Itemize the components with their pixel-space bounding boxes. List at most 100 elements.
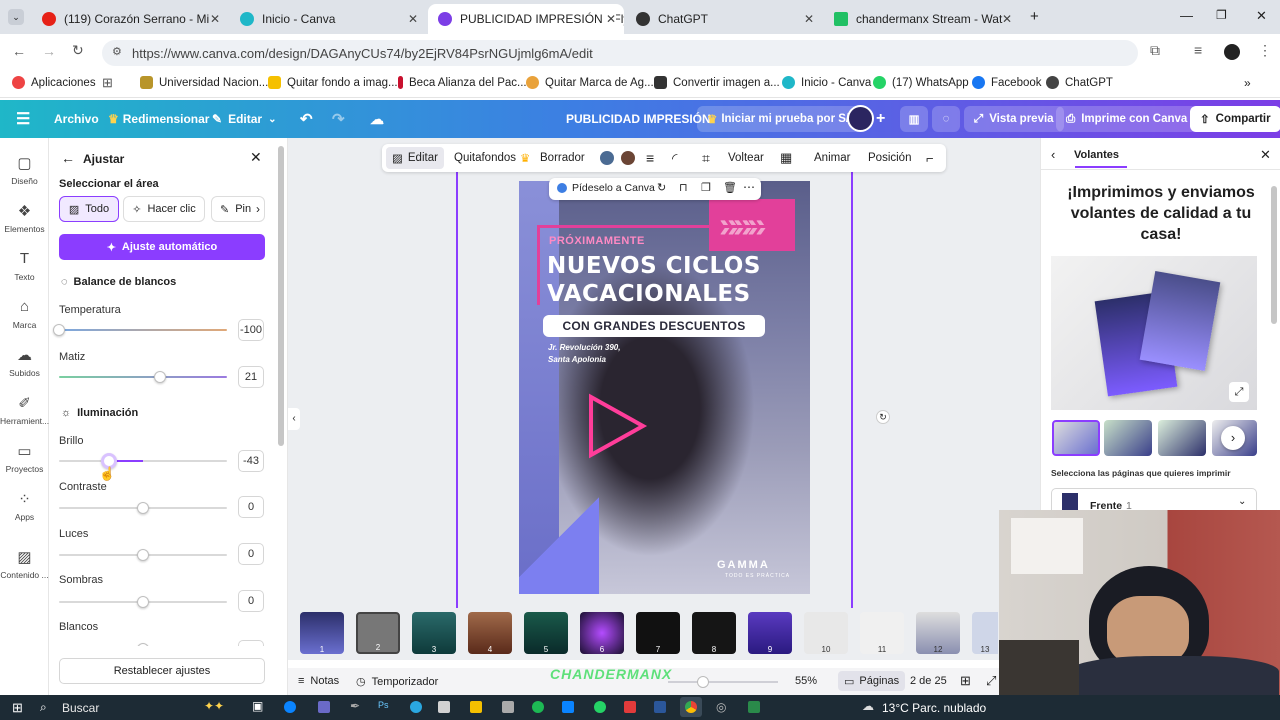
crop-icon[interactable]: ⌗ [702,144,710,172]
animate-button[interactable]: Animar [814,144,850,172]
telegram-icon[interactable] [410,701,422,713]
undo-icon[interactable]: ↶ [300,100,313,138]
url-field[interactable]: ⚙ https://www.canva.com/design/DAGAnyCUs… [102,40,1138,66]
redo-icon[interactable]: ↷ [332,100,345,138]
page-thumb[interactable]: 7 [636,612,680,654]
more-icon[interactable]: ⋯ [743,180,755,194]
folder-icon[interactable] [470,701,482,713]
rail-projects[interactable]: ▭ Proyectos [0,442,49,474]
reset-button[interactable]: Restablecer ajustes [59,658,265,684]
resize-button[interactable]: ♛ Redimensionar [108,100,209,138]
color-swatch-brown[interactable] [621,151,635,165]
tint-knob[interactable] [153,371,166,383]
refresh-icon[interactable]: ↻ [657,181,666,194]
share-button[interactable]: ⇧ Compartir [1190,106,1280,132]
close-icon[interactable]: ✕ [1260,147,1271,163]
color-swatch-blue[interactable] [600,151,614,165]
highlights-value[interactable]: 0 [238,543,264,565]
bookmark-3[interactable]: Beca Alianza del Pac... [398,76,527,89]
task-view-icon[interactable]: ▣ [252,699,263,713]
highlights-knob[interactable] [137,549,149,561]
panel-scrollbar[interactable] [1271,186,1277,324]
shadows-value[interactable]: 0 [238,590,264,612]
chevron-right-icon[interactable]: › [256,202,260,216]
windows-start-icon[interactable]: ⊞ [12,700,23,716]
rail-brand[interactable]: ⌂ Marca [0,298,49,330]
extensions-icon[interactable]: ⧉ [1150,42,1160,59]
corner-rounding-icon[interactable]: ◜ [672,144,677,172]
page-thumb[interactable]: 4 [468,612,512,654]
page-thumb[interactable]: 12 [916,612,960,654]
contrast-knob[interactable] [137,502,149,514]
bg-remover-button[interactable]: Quitafondos ♛ [454,144,530,172]
tab-youtube[interactable]: (119) Corazón Serrano - Mi ✕ [32,4,228,34]
rail-apps[interactable]: ⁘ Apps [0,490,49,522]
timer-button[interactable]: ◷ Temporizador [356,675,438,689]
design-page[interactable]: »»» PRÓXIMAMENTE NUEVOS CICLOS VACACIONA… [519,181,810,594]
tab-stream[interactable]: chandermanx Stream - Wat ✕ [824,4,1020,34]
media-icon[interactable]: ≡ [1194,42,1202,58]
cloud-save-icon[interactable]: ☁ [370,100,384,138]
menu-icon[interactable]: ⋮ [1258,42,1272,59]
temperature-knob[interactable] [53,324,65,336]
shadows-knob[interactable] [137,596,149,608]
store-icon[interactable] [562,701,574,713]
bookmark-6[interactable]: Inicio - Canva [782,76,871,89]
copilot-icon[interactable] [284,701,296,713]
pages-button[interactable]: ▭ Páginas [838,671,906,691]
notes-button[interactable]: ≡ Notas [298,675,339,687]
close-icon[interactable]: ✕ [804,12,814,26]
grid-view-icon[interactable]: ⊞ [960,673,971,689]
preview-thumb-2[interactable] [1104,420,1152,456]
next-arrow-icon[interactable]: › [1221,426,1245,450]
document-title[interactable]: PUBLICIDAD IMPRESIÓN [566,100,711,138]
preview-thumb-1[interactable] [1052,420,1100,456]
rail-uploads[interactable]: ☁ Subidos [0,346,49,378]
tab-chatgpt[interactable]: ChatGPT ✕ [626,4,822,34]
fullscreen-icon[interactable]: ⤢ [986,673,996,689]
trash-icon[interactable]: 🗑 [723,181,737,194]
preview-button[interactable]: ⤢ Vista previa [964,106,1064,132]
page-thumb[interactable]: 3 [412,612,456,654]
app-icon[interactable] [318,701,330,713]
eraser-button[interactable]: Borrador [540,144,585,172]
expand-icon[interactable]: ⤢ [1229,382,1249,402]
close-icon[interactable]: ✕ [1002,12,1012,26]
word-icon[interactable] [654,701,666,713]
print-button[interactable]: ⎙ Imprime con Canva [1056,106,1198,132]
rail-design[interactable]: ▢ Diseño [0,154,49,186]
grid-icon[interactable]: ⊞ [102,75,113,91]
site-info-icon[interactable]: ⚙ [112,45,122,58]
border-style-icon[interactable]: ≡ [646,144,654,172]
print-panel-tab[interactable]: Volantes [1074,149,1119,161]
chrome-taskbar-button[interactable] [680,697,702,717]
bookmark-2[interactable]: Quitar fondo a imag... [268,76,398,89]
tint-track[interactable] [59,376,227,378]
contrast-value[interactable]: 0 [238,496,264,518]
temperature-track[interactable] [59,329,227,331]
paint-roller-icon[interactable]: ⌐ [926,144,934,172]
taskbar-search[interactable]: Buscar [62,701,99,715]
rail-tools[interactable]: ✐ Herramient... [0,394,49,426]
edit-menu[interactable]: ✎ Editar ⌄ [212,100,276,138]
app-icon[interactable] [502,701,514,713]
add-member-icon[interactable]: + [876,100,885,138]
close-icon[interactable]: ✕ [408,12,418,26]
app-icon[interactable] [438,701,450,713]
page-thumb[interactable]: 13 [972,612,998,654]
page-thumb-selected[interactable]: 2 [356,612,400,654]
flip-button[interactable]: Voltear [728,144,764,172]
preview-thumb-3[interactable] [1158,420,1206,456]
team-avatar[interactable] [847,105,874,132]
back-icon[interactable]: ← [12,43,26,59]
page-thumb[interactable]: 6 [580,612,624,654]
edit-image-button[interactable]: ▨ Editar [386,147,444,169]
spotify-icon[interactable] [532,701,544,713]
lock-icon[interactable]: ⊓ [679,181,688,194]
profile-avatar[interactable] [1224,44,1240,60]
whatsapp-icon[interactable] [594,701,606,713]
more-bookmarks-icon[interactable]: » [1244,76,1251,90]
page-thumb[interactable]: 11 [860,612,904,654]
position-button[interactable]: Posición [868,144,911,172]
window-close-icon[interactable]: ✕ [1256,8,1267,24]
